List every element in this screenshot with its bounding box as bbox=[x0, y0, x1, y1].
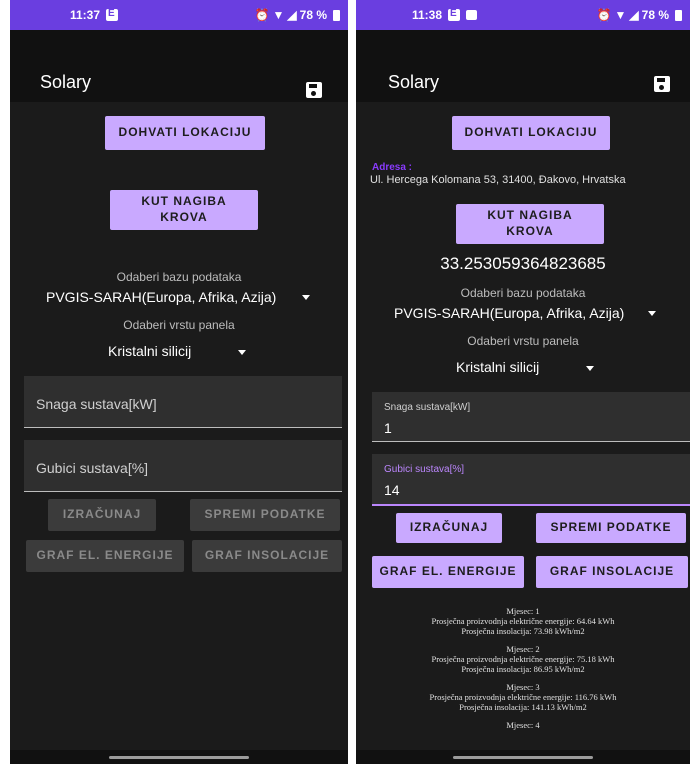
notification-e-icon bbox=[448, 8, 461, 21]
battery-percent: 78 % bbox=[299, 8, 327, 22]
month-label: Mjesec: 1 bbox=[506, 606, 540, 616]
losses-placeholder: Gubici sustava[%] bbox=[36, 460, 149, 476]
insolation-line: Prosječna insolacija: 73.98 kWh/m2 bbox=[461, 626, 585, 636]
insolation-line: Prosječna insolacija: 141.13 kWh/m2 bbox=[459, 702, 587, 712]
save-data-button[interactable]: SPREMI PODATKE bbox=[536, 513, 686, 543]
month-label: Mjesec: 2 bbox=[506, 644, 540, 654]
wifi-icon: ▼ bbox=[614, 8, 627, 22]
energy-line: Prosječna proizvodnja električne energij… bbox=[431, 616, 615, 626]
status-icons: ⏰ ▼ ◢ 78 % bbox=[597, 0, 682, 30]
chevron-down-icon[interactable] bbox=[648, 311, 656, 316]
insolation-line: Prosječna insolacija: 86.95 kWh/m2 bbox=[461, 664, 585, 674]
chevron-down-icon[interactable] bbox=[302, 295, 310, 300]
status-bar: 11:37 ⏰ ▼ ◢ 78 % bbox=[10, 0, 348, 30]
calculate-button[interactable]: IZRAČUNAJ bbox=[48, 499, 156, 531]
home-handle[interactable] bbox=[453, 756, 593, 759]
result-month-3: Mjesec: 3 Prosječna proizvodnja električ… bbox=[356, 682, 690, 712]
wifi-icon: ▼ bbox=[272, 8, 285, 22]
home-handle[interactable] bbox=[109, 756, 249, 759]
database-spinner-value[interactable]: PVGIS-SARAH(Europa, Afrika, Azija) bbox=[46, 289, 276, 305]
signal-icon: ◢ bbox=[287, 8, 297, 22]
chevron-down-icon[interactable] bbox=[238, 350, 246, 355]
address-label: Adresa : bbox=[372, 162, 413, 173]
app-title: Solary bbox=[40, 72, 92, 92]
battery-icon bbox=[333, 9, 340, 21]
energy-line: Prosječna proizvodnja električne energij… bbox=[429, 692, 617, 702]
losses-field[interactable]: Gubici sustava[%] 14 bbox=[372, 454, 690, 506]
alarm-icon: ⏰ bbox=[596, 8, 612, 22]
power-field[interactable]: Snaga sustava[kW] 1 bbox=[372, 392, 690, 442]
month-label: Mjesec: 3 bbox=[506, 682, 540, 692]
navigation-bar bbox=[10, 750, 348, 764]
save-icon[interactable] bbox=[306, 82, 322, 98]
left-screen: 11:37 ⏰ ▼ ◢ 78 % Solary DOHVATI LOKACIJU… bbox=[10, 0, 348, 764]
energy-line: Prosječna proizvodnja električne energij… bbox=[431, 654, 615, 664]
save-icon[interactable] bbox=[654, 76, 670, 92]
result-month-1: Mjesec: 1 Prosječna proizvodnja električ… bbox=[356, 606, 690, 636]
result-month-4: Mjesec: 4 bbox=[356, 720, 690, 730]
database-spinner-value[interactable]: PVGIS-SARAH(Europa, Afrika, Azija) bbox=[394, 305, 624, 321]
database-label: Odaberi bazu podataka bbox=[116, 270, 242, 284]
save-data-button[interactable]: SPREMI PODATKE bbox=[190, 499, 340, 531]
losses-field[interactable]: Gubici sustava[%] bbox=[24, 440, 342, 492]
app-bar: Solary bbox=[10, 30, 348, 102]
get-location-button[interactable]: DOHVATI LOKACIJU bbox=[452, 116, 610, 150]
power-label: Snaga sustava[kW] bbox=[384, 402, 471, 413]
panel-type-label: Odaberi vrstu panela bbox=[123, 318, 235, 332]
panel-type-label: Odaberi vrstu panela bbox=[467, 334, 579, 348]
database-label: Odaberi bazu podataka bbox=[460, 286, 586, 300]
signal-icon: ◢ bbox=[629, 8, 639, 22]
insolation-graph-button[interactable]: GRAF INSOLACIJE bbox=[192, 540, 342, 572]
battery-icon bbox=[675, 9, 682, 21]
address-value: Ul. Hercega Kolomana 53, 31400, Đakovo, … bbox=[370, 174, 626, 186]
battery-percent: 78 % bbox=[641, 8, 669, 22]
power-placeholder: Snaga sustava[kW] bbox=[36, 396, 157, 412]
alarm-icon: ⏰ bbox=[254, 8, 270, 22]
app-bar: Solary bbox=[356, 30, 690, 102]
roof-angle-button[interactable]: KUT NAGIBA KROVA bbox=[456, 204, 604, 244]
right-screen: 11:38 ⏰ ▼ ◢ 78 % Solary DOHVATI LOKACIJU… bbox=[356, 0, 690, 764]
losses-label: Gubici sustava[%] bbox=[384, 464, 465, 475]
insolation-graph-button[interactable]: GRAF INSOLACIJE bbox=[536, 556, 688, 588]
losses-value: 14 bbox=[384, 482, 400, 498]
notification-image-icon bbox=[466, 10, 478, 20]
power-value: 1 bbox=[384, 420, 392, 436]
status-time: 11:37 bbox=[70, 8, 101, 22]
energy-graph-button[interactable]: GRAF EL. ENERGIJE bbox=[26, 540, 184, 572]
status-icons: ⏰ ▼ ◢ 78 % bbox=[255, 0, 340, 30]
get-location-button[interactable]: DOHVATI LOKACIJU bbox=[105, 116, 265, 150]
navigation-bar bbox=[356, 750, 690, 764]
status-bar: 11:38 ⏰ ▼ ◢ 78 % bbox=[356, 0, 690, 30]
panel-type-spinner-value[interactable]: Kristalni silicij bbox=[456, 359, 539, 375]
notification-e-icon bbox=[106, 8, 119, 21]
chevron-down-icon[interactable] bbox=[586, 366, 594, 371]
month-label: Mjesec: 4 bbox=[506, 720, 540, 730]
results-list: Mjesec: 1 Prosječna proizvodnja električ… bbox=[356, 606, 690, 738]
roof-angle-button[interactable]: KUT NAGIBA KROVA bbox=[110, 190, 258, 230]
power-field[interactable]: Snaga sustava[kW] bbox=[24, 376, 342, 428]
panel-type-spinner-value[interactable]: Kristalni silicij bbox=[108, 343, 191, 359]
energy-graph-button[interactable]: GRAF EL. ENERGIJE bbox=[372, 556, 524, 588]
app-title: Solary bbox=[388, 72, 440, 92]
calculate-button[interactable]: IZRAČUNAJ bbox=[396, 513, 502, 543]
roof-angle-value: 33.253059364823685 bbox=[440, 254, 606, 273]
result-month-2: Mjesec: 2 Prosječna proizvodnja električ… bbox=[356, 644, 690, 674]
status-time: 11:38 bbox=[412, 8, 443, 22]
